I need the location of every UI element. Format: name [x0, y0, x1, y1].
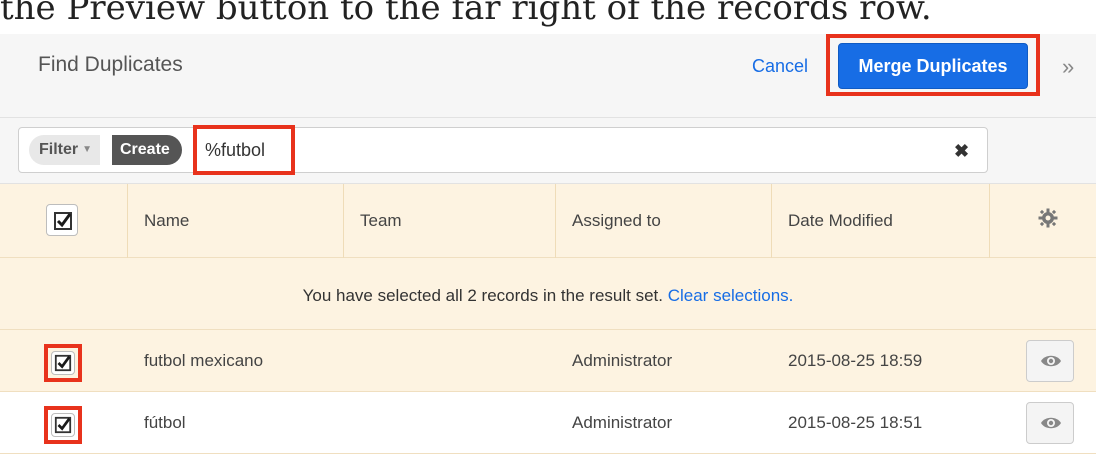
preview-button[interactable] [1026, 402, 1074, 444]
close-icon[interactable]: ✖ [954, 141, 969, 162]
table-row[interactable]: futbol mexicano Administrator 2015-08-25… [0, 330, 1096, 392]
column-settings [990, 184, 1096, 258]
select-all-checkbox[interactable] [46, 204, 78, 236]
instruction-caption: the Preview button to the far right of t… [0, 0, 932, 28]
clear-selections-link[interactable]: Clear selections. [668, 286, 794, 305]
eye-icon [1041, 417, 1061, 429]
preview-button[interactable] [1026, 340, 1074, 382]
eye-icon [1041, 355, 1061, 367]
cell-name: futbol mexicano [144, 351, 264, 370]
caret-down-icon: ▼ [82, 144, 93, 155]
column-header-name[interactable]: Name [128, 184, 344, 258]
create-filter-button[interactable]: Create [112, 135, 182, 165]
filter-box: Filter▼ Create ✖ [18, 125, 988, 175]
selection-notice: You have selected all 2 records in the r… [0, 258, 1096, 330]
row-checkbox[interactable] [51, 413, 75, 437]
cell-assigned-to: Administrator [572, 413, 673, 432]
column-header-date-modified[interactable]: Date Modified [772, 184, 990, 258]
filter-dropdown-label: Filter [39, 141, 79, 158]
cell-date-modified: 2015-08-25 18:51 [788, 413, 923, 432]
selection-notice-text: You have selected all 2 records in the r… [302, 286, 663, 305]
cell-assigned-to: Administrator [572, 351, 673, 370]
search-input-highlight [193, 125, 295, 175]
cell-name: fútbol [144, 413, 186, 432]
row-checkbox[interactable] [51, 351, 75, 375]
merge-duplicates-button[interactable]: Merge Duplicates [838, 43, 1028, 89]
cell-date-modified: 2015-08-25 18:59 [788, 351, 923, 370]
search-input[interactable] [205, 137, 285, 163]
table-header: Name Team Assigned to Date Modified [0, 184, 1096, 258]
table-row[interactable]: fútbol Administrator 2015-08-25 18:51 [0, 392, 1096, 454]
drawer-header: Find Duplicates Cancel Merge Duplicates … [0, 34, 1096, 118]
select-all-column [0, 184, 128, 258]
page-title: Find Duplicates [38, 53, 183, 76]
cancel-button[interactable]: Cancel [752, 56, 808, 77]
column-header-team[interactable]: Team [344, 184, 556, 258]
row-checkbox-highlight [44, 344, 82, 382]
column-header-assigned[interactable]: Assigned to [556, 184, 772, 258]
row-checkbox-highlight [44, 406, 82, 444]
filter-dropdown[interactable]: Filter ▼ [29, 135, 101, 165]
gear-icon[interactable] [1038, 208, 1058, 228]
merge-button-highlight: Merge Duplicates [826, 34, 1040, 96]
double-chevron-right-icon[interactable]: » [1062, 54, 1074, 80]
filter-bar: Filter▼ Create ✖ [0, 118, 1096, 184]
